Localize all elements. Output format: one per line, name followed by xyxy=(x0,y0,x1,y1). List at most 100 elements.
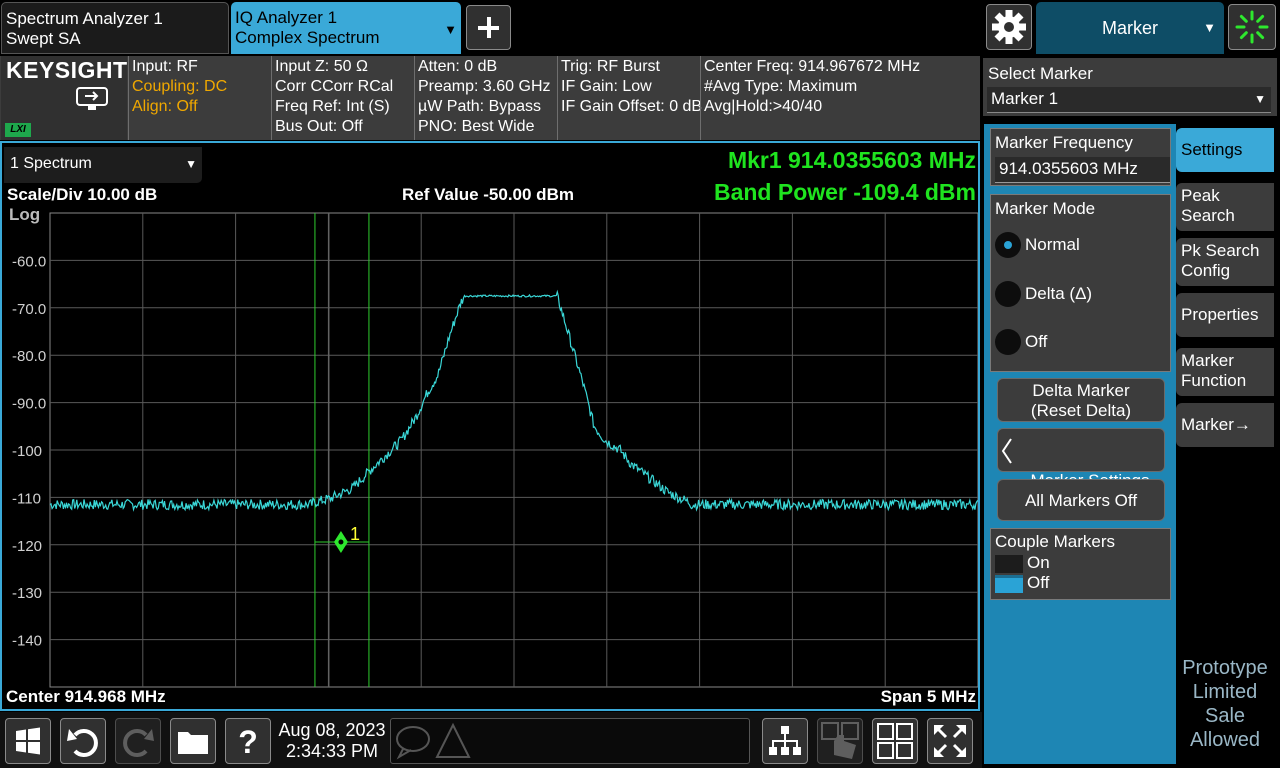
menu-label: Marker xyxy=(1101,18,1158,38)
busy-indicator-button[interactable] xyxy=(1228,4,1276,50)
undo-button[interactable] xyxy=(60,718,106,764)
local-remote-icon xyxy=(76,87,108,110)
info-input-z: Input Z: 50 Ω xyxy=(275,58,368,75)
side-tab-pk-search-config[interactable]: Pk Search Config xyxy=(1176,238,1274,286)
y-tick-label: -130 xyxy=(12,585,42,602)
couple-off-option[interactable]: Off xyxy=(991,573,1049,593)
tab-subtitle: Swept SA xyxy=(6,29,81,48)
mode-delta-label: Delta (Δ) xyxy=(1025,284,1093,303)
info-atten-column[interactable]: Atten: 0 dB Preamp: 3.60 GHz µW Path: By… xyxy=(414,56,557,140)
info-freq-column[interactable]: Center Freq: 914.967672 MHz #Avg Type: M… xyxy=(700,56,980,140)
redo-button[interactable] xyxy=(115,718,161,764)
block-diagram-button[interactable] xyxy=(762,718,808,764)
marker-frequency-group: Marker Frequency 914.0355603 MHz xyxy=(990,128,1171,186)
mode-off-radio[interactable]: Off xyxy=(995,328,1047,356)
scale-type-label: Log xyxy=(9,205,41,224)
dropdown-arrow-icon: ▼ xyxy=(185,157,197,171)
date-time-display: Aug 08, 2023 2:34:33 PM xyxy=(276,720,388,762)
all-markers-off-button[interactable]: All Markers Off xyxy=(997,479,1165,521)
info-align: Align: Off xyxy=(132,98,198,115)
scale-div-label[interactable]: Scale/Div 10.00 dB xyxy=(7,185,157,205)
info-avg-hold: Avg|Hold:>40/40 xyxy=(704,98,823,115)
marker-frequency-label: Marker Frequency xyxy=(995,133,1133,152)
info-trig: Trig: RF Burst xyxy=(561,58,660,75)
side-tab-settings[interactable]: Settings xyxy=(1176,128,1274,172)
center-freq-label[interactable]: Center 914.968 MHz xyxy=(6,687,166,707)
tab-spectrum-analyzer[interactable]: Spectrum Analyzer 1 Swept SA xyxy=(1,2,229,54)
chevron-left-icon xyxy=(1001,438,1012,464)
help-button[interactable]: ? xyxy=(225,718,271,764)
logo-area[interactable]: KEYSIGHT LXI xyxy=(1,56,127,140)
info-uw-path: µW Path: Bypass xyxy=(418,98,542,115)
marker-1: 1 xyxy=(314,524,369,553)
side-tab-properties[interactable]: Properties xyxy=(1176,293,1274,337)
info-trigger-column[interactable]: Trig: RF Burst IF Gain: Low IF Gain Offs… xyxy=(557,56,702,140)
settings-gear-button[interactable] xyxy=(986,4,1032,50)
info-atten: Atten: 0 dB xyxy=(418,58,498,75)
file-button[interactable] xyxy=(170,718,216,764)
touch-lock-button[interactable] xyxy=(817,718,863,764)
date-label: Aug 08, 2023 xyxy=(278,720,386,740)
span-label[interactable]: Span 5 MHz xyxy=(881,687,976,707)
info-coupling: Coupling: DC xyxy=(132,78,228,95)
select-marker-value: Marker 1 xyxy=(991,89,1059,108)
windows-start-button[interactable] xyxy=(5,718,51,764)
y-tick-label: -90.0 xyxy=(12,396,46,413)
side-tab-marker-function[interactable]: Marker Function xyxy=(1176,348,1274,396)
svg-text:?: ? xyxy=(238,724,258,760)
delta-marker-button[interactable]: Delta Marker (Reset Delta) xyxy=(997,378,1165,422)
couple-on-label: On xyxy=(1027,553,1050,572)
lxi-badge: LXI xyxy=(5,123,31,137)
info-inputz-column[interactable]: Input Z: 50 Ω Corr CCorr RCal Freq Ref: … xyxy=(271,56,414,140)
marker-settings-diagram-button[interactable]: Marker Settings Diagram xyxy=(997,428,1165,510)
info-input-column[interactable]: Input: RF Coupling: DC Align: Off xyxy=(128,56,271,140)
info-preamp: Preamp: 3.60 GHz xyxy=(418,78,551,95)
tab-title: IQ Analyzer 1 xyxy=(235,8,338,27)
window-select-label: 1 Spectrum xyxy=(10,155,92,172)
gear-icon xyxy=(992,10,1026,44)
mode-normal-radio[interactable]: Normal xyxy=(995,231,1080,259)
side-tab-marker-to[interactable]: Marker→ xyxy=(1176,403,1274,447)
dropdown-arrow-icon: ▼ xyxy=(1254,92,1266,106)
help-icon: ? xyxy=(238,724,258,760)
message-icons xyxy=(396,722,471,760)
couple-on-option[interactable]: On xyxy=(991,553,1050,573)
redo-icon xyxy=(123,729,154,757)
select-marker-label: Select Marker xyxy=(988,64,1093,83)
bottom-toolbar: ? Aug 08, 2023 2:34:33 PM xyxy=(0,712,982,768)
spectrum-window[interactable]: -60.0 -70.0 -80.0 -90.0 -100 -110 -120 -130 -140… xyxy=(0,141,980,711)
spectrum-plot[interactable]: -60.0 -70.0 -80.0 -90.0 -100 -110 -120 -130 -140… xyxy=(2,143,978,709)
marker-frequency-input[interactable]: 914.0355603 MHz xyxy=(995,157,1170,183)
message-area[interactable] xyxy=(390,718,750,764)
y-tick-label: -120 xyxy=(12,538,42,555)
band-power-readout: Band Power -109.4 dBm xyxy=(713,179,976,205)
window-grid-icon xyxy=(877,723,913,759)
side-tab-peak-search[interactable]: Peak Search xyxy=(1176,183,1274,231)
select-marker-dropdown[interactable]: Marker 1 ▼ xyxy=(987,87,1271,113)
dropdown-arrow-icon: ▼ xyxy=(1203,20,1216,35)
expand-arrows-icon xyxy=(934,725,966,757)
add-screen-button[interactable] xyxy=(466,5,511,50)
brand-logo: KEYSIGHT xyxy=(6,57,128,83)
info-input: Input: RF xyxy=(132,58,198,75)
y-tick-label: -60.0 xyxy=(12,253,46,270)
marker-center-dot xyxy=(338,539,344,545)
y-tick-label: -140 xyxy=(12,633,42,650)
couple-markers-group: Couple Markers On Off xyxy=(990,528,1171,600)
prototype-watermark: Prototype Limited Sale Allowed xyxy=(1182,657,1268,751)
mode-delta-radio[interactable]: Delta (Δ) xyxy=(995,280,1092,308)
folder-icon xyxy=(178,732,208,754)
measurement-info-bar: KEYSIGHT LXI Input: RF Coupling: DC Alig… xyxy=(0,56,980,140)
menu-select-marker[interactable]: Marker ▼ xyxy=(1036,2,1224,54)
window-select-dropdown[interactable]: 1 Spectrum ▼ xyxy=(4,147,202,183)
tab-iq-analyzer[interactable]: IQ Analyzer 1 Complex Spectrum ▼ xyxy=(231,2,461,54)
ref-value-label[interactable]: Ref Value -50.00 dBm xyxy=(402,185,574,205)
y-axis-ticks: -60.0 -70.0 -80.0 -90.0 -100 -110 -120 -130 -140 xyxy=(12,253,46,649)
multi-window-button[interactable] xyxy=(872,718,918,764)
maximize-window-button[interactable] xyxy=(927,718,973,764)
y-tick-label: -70.0 xyxy=(12,301,46,318)
undo-icon xyxy=(67,729,98,757)
tab-subtitle: Complex Spectrum xyxy=(235,28,380,47)
windows-icon xyxy=(16,727,40,755)
y-tick-label: -80.0 xyxy=(12,348,46,365)
